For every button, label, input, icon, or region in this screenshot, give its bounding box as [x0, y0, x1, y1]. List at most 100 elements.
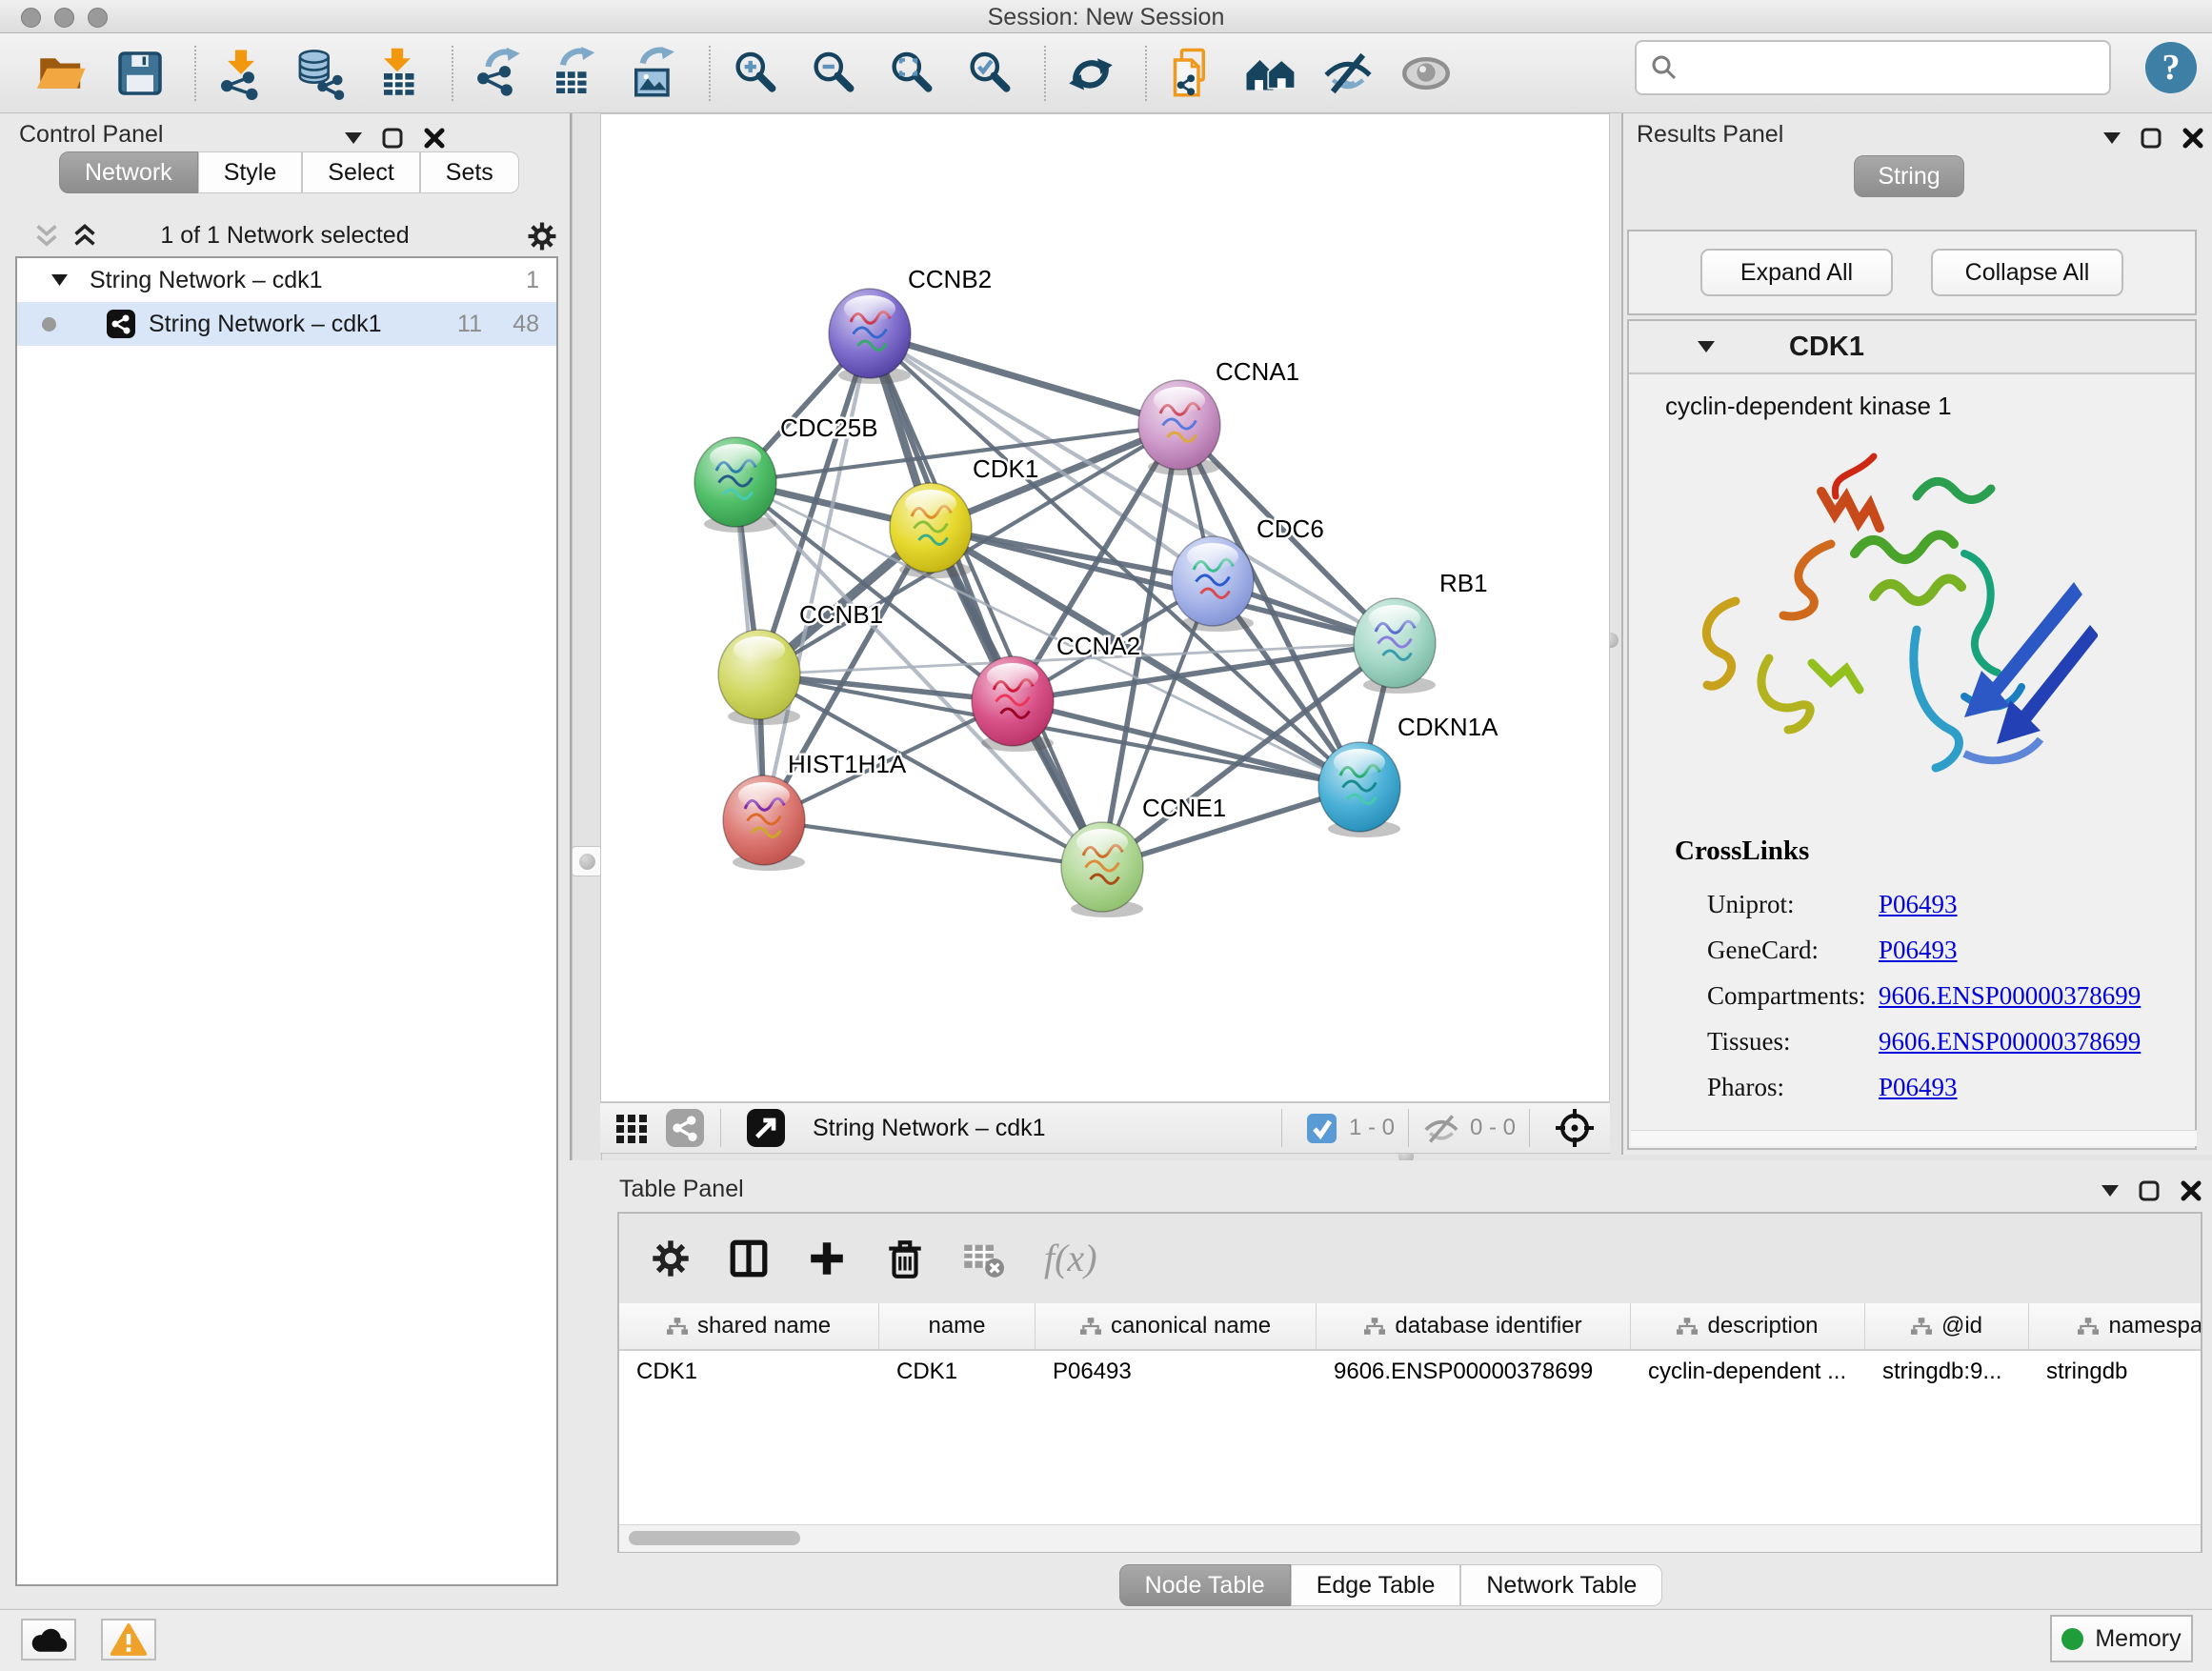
table-cell[interactable]: CDK1: [619, 1359, 879, 1385]
column-header-@id[interactable]: @id: [1865, 1303, 2029, 1349]
import-network-file-button[interactable]: [211, 42, 271, 105]
table-cell[interactable]: P06493: [1036, 1359, 1317, 1385]
scrollbar-thumb[interactable]: [629, 1531, 800, 1545]
panel-menu-icon[interactable]: [2101, 1185, 2119, 1197]
crosslink-value-link[interactable]: 9606.ENSP00000378699: [1879, 981, 2141, 1011]
search-input[interactable]: [1679, 53, 2092, 82]
column-header-label: namespace: [2108, 1313, 2201, 1339]
network-node-CDC25B[interactable]: CDC25B: [694, 413, 878, 533]
crosslink-value-link[interactable]: P06493: [1879, 936, 1958, 965]
tab-network[interactable]: Network: [59, 151, 198, 193]
copy-network-document-button[interactable]: [1162, 42, 1221, 105]
expand-all-button[interactable]: Expand All: [1700, 249, 1893, 296]
zoom-out-button[interactable]: [804, 42, 863, 105]
export-network-button[interactable]: [469, 42, 528, 105]
table-panel: Table Panel f(x) shared namenamecanonica…: [570, 1160, 2212, 1608]
tab-edge-table[interactable]: Edge Table: [1291, 1564, 1461, 1606]
network-node-CCNA1[interactable]: CCNA1: [1138, 357, 1299, 475]
crosslink-value-link[interactable]: 9606.ENSP00000378699: [1879, 1027, 2141, 1057]
network-options-gear-icon[interactable]: [526, 220, 558, 252]
delete-table-button[interactable]: [958, 1234, 1008, 1283]
table-cell[interactable]: stringdb:9...: [1865, 1359, 2029, 1385]
hidden-toggle[interactable]: [1422, 1107, 1460, 1149]
column-header-canonical-name[interactable]: canonical name: [1036, 1303, 1317, 1349]
column-header-shared-name[interactable]: shared name: [619, 1303, 879, 1349]
network-node-CCNB2[interactable]: CCNB2: [829, 265, 992, 384]
export-image-button[interactable]: [625, 42, 684, 105]
birds-eye-view-button[interactable]: [1553, 1107, 1597, 1149]
tab-style[interactable]: Style: [198, 151, 303, 193]
network-edge[interactable]: [870, 333, 1102, 867]
network-node-CDC6[interactable]: CDC6: [1172, 514, 1324, 632]
grid-view-button[interactable]: [610, 1107, 654, 1149]
network-node-CCNB1[interactable]: CCNB1: [718, 600, 883, 725]
string-homes-button[interactable]: [1240, 42, 1299, 105]
column-header-description[interactable]: description: [1631, 1303, 1865, 1349]
collapse-triangle-icon[interactable]: [51, 274, 68, 286]
node-table[interactable]: shared namenamecanonical namedatabase id…: [619, 1303, 2201, 1524]
table-row[interactable]: CDK1CDK1P064939606.ENSP00000378699cyclin…: [619, 1351, 2201, 1393]
network-node-CCNA2[interactable]: CCNA2: [972, 632, 1140, 752]
delete-column-button[interactable]: [880, 1234, 930, 1283]
open-session-button[interactable]: [32, 42, 91, 105]
network-node-RB1[interactable]: RB1: [1354, 569, 1488, 694]
column-header-name[interactable]: name: [879, 1303, 1036, 1349]
network-collection-row[interactable]: String Network – cdk1 1: [17, 258, 556, 302]
results-scrollbar[interactable]: [1631, 1130, 2197, 1146]
cloud-status-button[interactable]: [21, 1619, 76, 1661]
collapse-all-button[interactable]: Collapse All: [1931, 249, 2123, 296]
column-header-database-identifier[interactable]: database identifier: [1317, 1303, 1631, 1349]
network-canvas[interactable]: CCNB2CCNA1CDC25BCDK1CDC6RB1CCNB1CCNA2CDK…: [600, 113, 1610, 1102]
tab-node-table[interactable]: Node Table: [1119, 1564, 1291, 1606]
tab-network-table[interactable]: Network Table: [1460, 1564, 1662, 1606]
memory-button[interactable]: Memory: [2050, 1615, 2193, 1662]
apply-preferred-layout-button[interactable]: [1061, 42, 1120, 105]
float-panel-icon[interactable]: [2138, 1179, 2161, 1202]
zoom-fit-button[interactable]: [882, 42, 941, 105]
network-node-HIST1H1A[interactable]: HIST1H1A: [723, 750, 907, 871]
network-node-CDKN1A[interactable]: CDKN1A: [1318, 713, 1498, 837]
table-settings-button[interactable]: [646, 1234, 695, 1283]
close-panel-icon[interactable]: [2180, 1179, 2202, 1202]
table-tabs: Node TableEdge TableNetwork Table: [570, 1564, 2212, 1606]
protein-section-header[interactable]: CDK1: [1629, 321, 2195, 374]
hide-glass-effect-button[interactable]: [1318, 42, 1377, 105]
close-panel-icon[interactable]: [423, 127, 446, 150]
function-builder-button[interactable]: f(x): [1036, 1234, 1122, 1283]
export-table-button[interactable]: [547, 42, 606, 105]
table-cell[interactable]: stringdb: [2029, 1359, 2201, 1385]
show-eye-button[interactable]: [1397, 42, 1456, 105]
string-network-graph[interactable]: CCNB2CCNA1CDC25BCDK1CDC6RB1CCNB1CCNA2CDK…: [601, 114, 1609, 1101]
table-cell[interactable]: cyclin-dependent ...: [1631, 1359, 1865, 1385]
create-column-button[interactable]: [802, 1234, 852, 1283]
table-scrollbar[interactable]: [619, 1524, 2201, 1552]
selected-checkbox[interactable]: [1305, 1107, 1339, 1149]
zoom-selected-button[interactable]: [960, 42, 1019, 105]
tab-string[interactable]: String: [1854, 155, 1964, 197]
left-splitter-grip[interactable]: [572, 846, 602, 876]
panel-menu-icon[interactable]: [345, 132, 362, 144]
zoom-in-button[interactable]: [726, 42, 785, 105]
close-panel-icon[interactable]: [2182, 127, 2204, 150]
network-edge[interactable]: [764, 820, 1102, 867]
crosslink-value-link[interactable]: P06493: [1879, 1073, 1958, 1102]
crosslink-value-link[interactable]: P06493: [1879, 890, 1958, 919]
tab-select[interactable]: Select: [302, 151, 419, 193]
table-cell[interactable]: CDK1: [879, 1359, 1036, 1385]
open-in-new-window-button[interactable]: [744, 1107, 788, 1149]
network-row-selected[interactable]: String Network – cdk1 11 48: [17, 302, 556, 346]
warnings-button[interactable]: [101, 1619, 156, 1661]
import-network-database-button[interactable]: [290, 42, 349, 105]
section-collapse-icon[interactable]: [1698, 341, 1715, 352]
float-panel-icon[interactable]: [2140, 127, 2162, 150]
panel-menu-icon[interactable]: [2103, 132, 2121, 144]
tab-sets[interactable]: Sets: [420, 151, 519, 193]
save-session-button[interactable]: [111, 42, 170, 105]
help-button[interactable]: ?: [2145, 42, 2197, 93]
import-table-file-button[interactable]: [368, 42, 427, 105]
column-header-namespace[interactable]: namespace: [2029, 1303, 2201, 1349]
float-panel-icon[interactable]: [381, 127, 404, 150]
network-thumbnail-button[interactable]: [663, 1107, 707, 1149]
table-cell[interactable]: 9606.ENSP00000378699: [1317, 1359, 1631, 1385]
show-columns-button[interactable]: [724, 1234, 774, 1283]
